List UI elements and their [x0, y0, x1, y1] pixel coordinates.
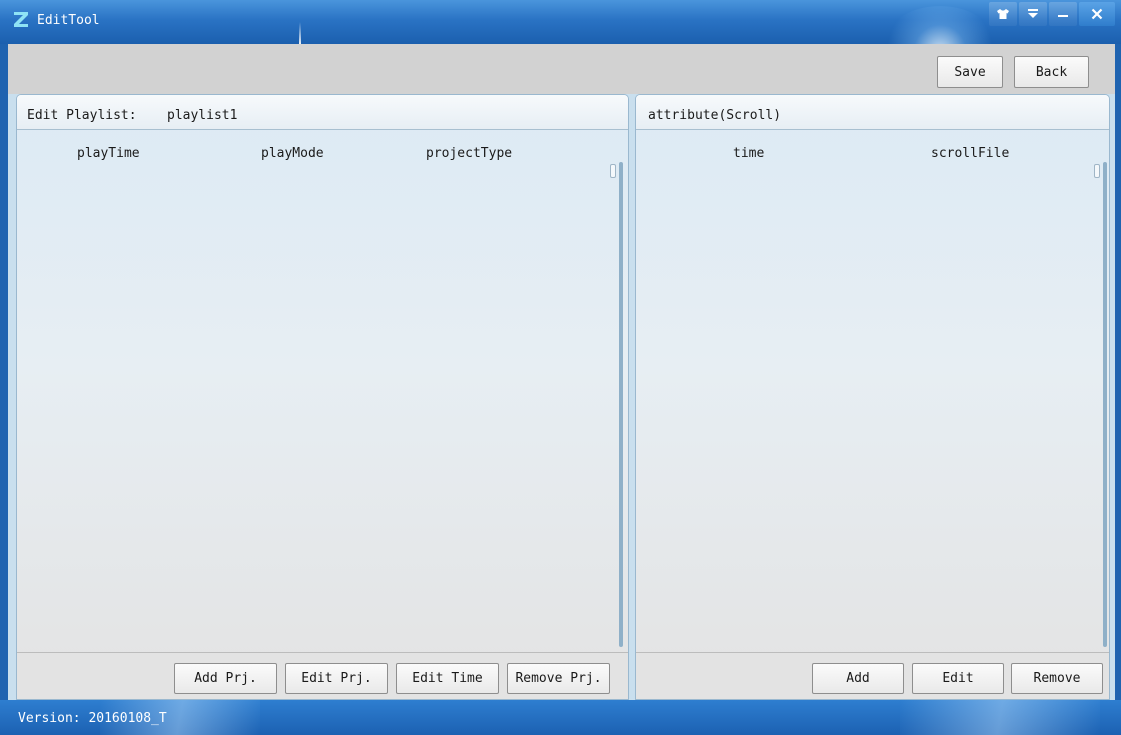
- version-label: Version: 20160108_T: [18, 711, 167, 726]
- column-header-playtime[interactable]: playTime: [77, 146, 140, 161]
- edit-button[interactable]: Edit: [912, 663, 1004, 694]
- attribute-panel-footer: Add Edit Remove: [636, 652, 1109, 699]
- attribute-panel-header: attribute(Scroll): [636, 95, 1109, 130]
- attribute-panel-frame: attribute(Scroll) time scrollFile Add Ed…: [633, 94, 1115, 700]
- window-title: EditTool: [37, 13, 100, 28]
- skin-icon[interactable]: [989, 2, 1017, 26]
- back-button[interactable]: Back: [1014, 56, 1089, 88]
- remove-button[interactable]: Remove: [1011, 663, 1103, 694]
- playlist-panel-header: Edit Playlist: playlist1: [17, 95, 628, 130]
- title-bar-decoration: [299, 22, 301, 44]
- save-button[interactable]: Save: [937, 56, 1003, 88]
- column-header-time[interactable]: time: [733, 146, 764, 161]
- add-button[interactable]: Add: [812, 663, 904, 694]
- app-logo-icon: [14, 12, 28, 27]
- status-bar-decoration: [900, 700, 1100, 735]
- playlist-header-label: Edit Playlist:: [27, 108, 137, 123]
- column-header-playmode[interactable]: playMode: [261, 146, 324, 161]
- playlist-panel: Edit Playlist: playlist1 playTime playMo…: [16, 94, 629, 700]
- column-header-scrollfile[interactable]: scrollFile: [931, 146, 1009, 161]
- playlist-panel-footer: Add Prj. Edit Prj. Edit Time Remove Prj.: [17, 652, 628, 699]
- playlist-panel-frame: Edit Playlist: playlist1 playTime playMo…: [8, 94, 633, 700]
- title-bar-glow: [880, 6, 1000, 44]
- playlist-scrollbar-thumb[interactable]: [610, 164, 616, 178]
- column-header-projecttype[interactable]: projectType: [426, 146, 512, 161]
- attribute-scrollbar[interactable]: [1103, 162, 1107, 647]
- attribute-panel: attribute(Scroll) time scrollFile Add Ed…: [635, 94, 1110, 700]
- attribute-scrollbar-thumb[interactable]: [1094, 164, 1100, 178]
- playlist-scrollbar[interactable]: [619, 162, 623, 647]
- title-bar[interactable]: EditTool: [0, 0, 1121, 44]
- attribute-header-label: attribute(Scroll): [648, 108, 782, 123]
- close-icon[interactable]: [1079, 2, 1115, 26]
- add-project-button[interactable]: Add Prj.: [174, 663, 277, 694]
- edit-time-button[interactable]: Edit Time: [396, 663, 499, 694]
- edit-project-button[interactable]: Edit Prj.: [285, 663, 388, 694]
- status-bar: Version: 20160108_T: [0, 700, 1121, 735]
- minimize-icon[interactable]: [1049, 2, 1077, 26]
- menu-dropdown-icon[interactable]: [1019, 2, 1047, 26]
- window-controls: [987, 2, 1115, 26]
- toolbar: Save Back: [8, 44, 1115, 94]
- remove-project-button[interactable]: Remove Prj.: [507, 663, 610, 694]
- playlist-name: playlist1: [167, 108, 238, 123]
